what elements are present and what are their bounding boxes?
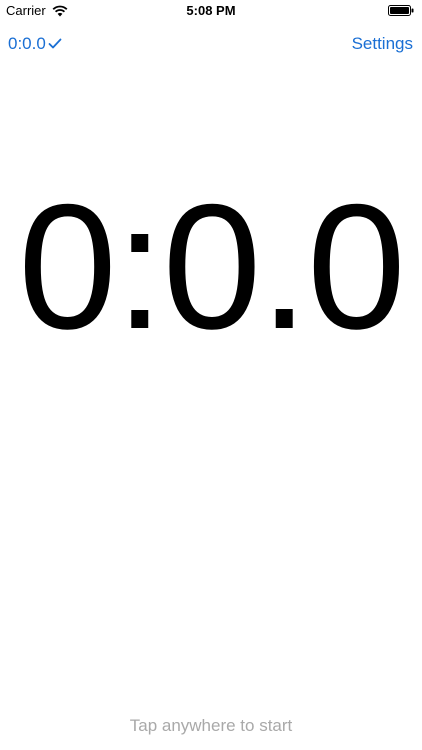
nav-bar: 0:0.0 Settings bbox=[0, 22, 422, 66]
timer-display: 0:0.0 bbox=[18, 167, 406, 366]
lap-time-label: 0:0.0 bbox=[8, 34, 46, 53]
tap-hint: Tap anywhere to start bbox=[129, 716, 293, 735]
battery-icon bbox=[388, 5, 414, 16]
lap-time-button[interactable]: 0:0.0 bbox=[8, 34, 62, 54]
stopwatch-screen: Carrier 5:08 PM 0:0.0 Settings 0:0.0 Tap… bbox=[0, 0, 422, 750]
status-bar: Carrier 5:08 PM bbox=[0, 0, 422, 22]
check-icon bbox=[48, 38, 62, 49]
status-time: 5:08 PM bbox=[186, 3, 236, 18]
settings-button[interactable]: Settings bbox=[352, 34, 413, 54]
